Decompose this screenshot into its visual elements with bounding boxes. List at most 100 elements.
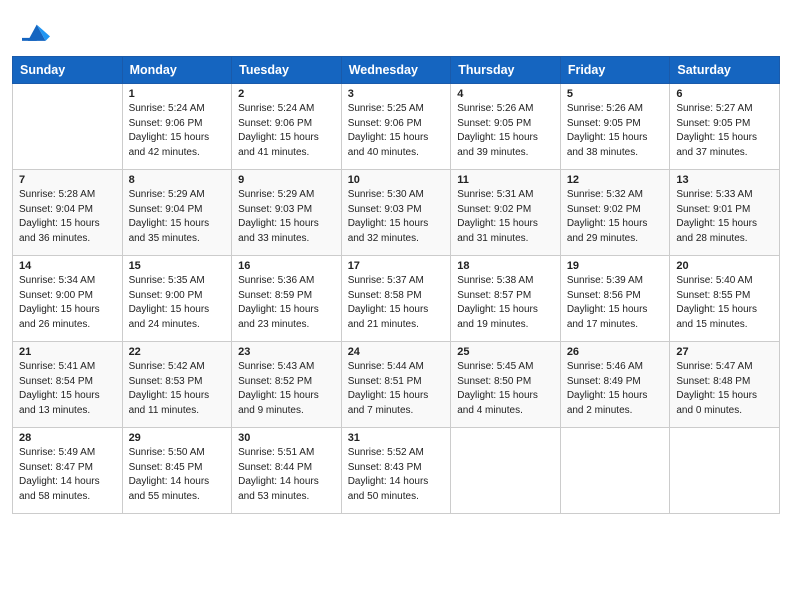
day-cell: 17 Sunrise: 5:37 AM Sunset: 8:58 PM Dayli… — [341, 256, 451, 342]
weekday-sunday: Sunday — [13, 57, 123, 84]
day-number: 14 — [19, 260, 116, 272]
day-cell: 9Sunrise: 5:29 AM Sunset: 9:03 PM Daylig… — [232, 170, 342, 256]
day-cell: 13 Sunrise: 5:33 AM Sunset: 9:01 PM Dayli… — [670, 170, 780, 256]
day-cell: 5 Sunrise: 5:26 AM Sunset: 9:05 PM Daylig… — [560, 84, 670, 170]
week-row-3: 14 Sunrise: 5:34 AM Sunset: 9:00 PM Dayli… — [13, 256, 780, 342]
day-number: 12 — [567, 174, 664, 186]
day-cell: 12Sunrise: 5:32 AM Sunset: 9:02 PM Dayli… — [560, 170, 670, 256]
weekday-tuesday: Tuesday — [232, 57, 342, 84]
day-cell: 31 Sunrise: 5:52 AM Sunset: 8:43 PM Dayli… — [341, 428, 451, 514]
day-cell: 21 Sunrise: 5:41 AM Sunset: 8:54 PM Dayli… — [13, 342, 123, 428]
day-cell: 23 Sunrise: 5:43 AM Sunset: 8:52 PM Dayli… — [232, 342, 342, 428]
weekday-wednesday: Wednesday — [341, 57, 451, 84]
day-cell: 1Sunrise: 5:24 AM Sunset: 9:06 PM Daylig… — [122, 84, 232, 170]
day-number: 9 — [238, 174, 335, 186]
day-info: Sunrise: 5:37 AM Sunset: 8:58 PM Dayligh… — [348, 274, 445, 332]
day-info: Sunrise: 5:24 AM Sunset: 9:06 PM Dayligh… — [238, 102, 335, 160]
calendar-wrap: SundayMondayTuesdayWednesdayThursdayFrid… — [0, 56, 792, 612]
day-number: 10 — [348, 174, 445, 186]
day-cell: 27 Sunrise: 5:47 AM Sunset: 8:48 PM Dayli… — [670, 342, 780, 428]
day-number: 2 — [238, 88, 335, 100]
day-number: 28 — [19, 432, 116, 444]
day-cell: 14 Sunrise: 5:34 AM Sunset: 9:00 PM Dayli… — [13, 256, 123, 342]
day-number: 17 — [348, 260, 445, 272]
day-number: 24 — [348, 346, 445, 358]
day-info: Sunrise: 5:47 AM Sunset: 8:48 PM Dayligh… — [676, 360, 773, 418]
day-number: 3 — [348, 88, 445, 100]
day-cell: 25Sunrise: 5:45 AM Sunset: 8:50 PM Dayli… — [451, 342, 561, 428]
day-info: Sunrise: 5:26 AM Sunset: 9:05 PM Dayligh… — [457, 102, 554, 160]
day-number: 11 — [457, 174, 554, 186]
day-cell: 19 Sunrise: 5:39 AM Sunset: 8:56 PM Dayli… — [560, 256, 670, 342]
day-number: 23 — [238, 346, 335, 358]
day-number: 6 — [676, 88, 773, 100]
day-cell: 10 Sunrise: 5:30 AM Sunset: 9:03 PM Dayli… — [341, 170, 451, 256]
day-number: 29 — [129, 432, 226, 444]
week-row-2: 7 Sunrise: 5:28 AM Sunset: 9:04 PM Daylig… — [13, 170, 780, 256]
day-cell — [451, 428, 561, 514]
day-number: 13 — [676, 174, 773, 186]
weekday-header-row: SundayMondayTuesdayWednesdayThursdayFrid… — [13, 57, 780, 84]
day-info: Sunrise: 5:49 AM Sunset: 8:47 PM Dayligh… — [19, 446, 116, 504]
day-cell: 6 Sunrise: 5:27 AM Sunset: 9:05 PM Daylig… — [670, 84, 780, 170]
day-number: 19 — [567, 260, 664, 272]
weekday-friday: Friday — [560, 57, 670, 84]
day-number: 25 — [457, 346, 554, 358]
day-number: 31 — [348, 432, 445, 444]
day-info: Sunrise: 5:24 AM Sunset: 9:06 PM Dayligh… — [129, 102, 226, 160]
day-cell: 16Sunrise: 5:36 AM Sunset: 8:59 PM Dayli… — [232, 256, 342, 342]
day-cell: 26Sunrise: 5:46 AM Sunset: 8:49 PM Dayli… — [560, 342, 670, 428]
day-info: Sunrise: 5:30 AM Sunset: 9:03 PM Dayligh… — [348, 188, 445, 246]
day-cell: 20 Sunrise: 5:40 AM Sunset: 8:55 PM Dayli… — [670, 256, 780, 342]
day-info: Sunrise: 5:50 AM Sunset: 8:45 PM Dayligh… — [129, 446, 226, 504]
day-info: Sunrise: 5:28 AM Sunset: 9:04 PM Dayligh… — [19, 188, 116, 246]
day-info: Sunrise: 5:35 AM Sunset: 9:00 PM Dayligh… — [129, 274, 226, 332]
day-cell: 8 Sunrise: 5:29 AM Sunset: 9:04 PM Daylig… — [122, 170, 232, 256]
weekday-monday: Monday — [122, 57, 232, 84]
day-number: 16 — [238, 260, 335, 272]
week-row-5: 28 Sunrise: 5:49 AM Sunset: 8:47 PM Dayli… — [13, 428, 780, 514]
day-cell — [560, 428, 670, 514]
day-cell: 22Sunrise: 5:42 AM Sunset: 8:53 PM Dayli… — [122, 342, 232, 428]
day-info: Sunrise: 5:44 AM Sunset: 8:51 PM Dayligh… — [348, 360, 445, 418]
day-cell: 18Sunrise: 5:38 AM Sunset: 8:57 PM Dayli… — [451, 256, 561, 342]
day-cell: 30 Sunrise: 5:51 AM Sunset: 8:44 PM Dayli… — [232, 428, 342, 514]
logo-icon — [22, 18, 50, 46]
day-cell — [670, 428, 780, 514]
day-info: Sunrise: 5:27 AM Sunset: 9:05 PM Dayligh… — [676, 102, 773, 160]
day-info: Sunrise: 5:26 AM Sunset: 9:05 PM Dayligh… — [567, 102, 664, 160]
day-number: 21 — [19, 346, 116, 358]
day-cell: 24 Sunrise: 5:44 AM Sunset: 8:51 PM Dayli… — [341, 342, 451, 428]
day-info: Sunrise: 5:40 AM Sunset: 8:55 PM Dayligh… — [676, 274, 773, 332]
day-info: Sunrise: 5:29 AM Sunset: 9:04 PM Dayligh… — [129, 188, 226, 246]
day-cell: 11 Sunrise: 5:31 AM Sunset: 9:02 PM Dayli… — [451, 170, 561, 256]
day-info: Sunrise: 5:41 AM Sunset: 8:54 PM Dayligh… — [19, 360, 116, 418]
calendar-table: SundayMondayTuesdayWednesdayThursdayFrid… — [12, 56, 780, 514]
weekday-thursday: Thursday — [451, 57, 561, 84]
day-info: Sunrise: 5:31 AM Sunset: 9:02 PM Dayligh… — [457, 188, 554, 246]
day-cell — [13, 84, 123, 170]
day-number: 30 — [238, 432, 335, 444]
day-number: 20 — [676, 260, 773, 272]
day-number: 18 — [457, 260, 554, 272]
day-number: 8 — [129, 174, 226, 186]
day-info: Sunrise: 5:42 AM Sunset: 8:53 PM Dayligh… — [129, 360, 226, 418]
day-cell: 4 Sunrise: 5:26 AM Sunset: 9:05 PM Daylig… — [451, 84, 561, 170]
day-info: Sunrise: 5:43 AM Sunset: 8:52 PM Dayligh… — [238, 360, 335, 418]
page: SundayMondayTuesdayWednesdayThursdayFrid… — [0, 0, 792, 612]
day-info: Sunrise: 5:39 AM Sunset: 8:56 PM Dayligh… — [567, 274, 664, 332]
day-number: 5 — [567, 88, 664, 100]
day-info: Sunrise: 5:46 AM Sunset: 8:49 PM Dayligh… — [567, 360, 664, 418]
day-number: 7 — [19, 174, 116, 186]
day-number: 4 — [457, 88, 554, 100]
day-info: Sunrise: 5:51 AM Sunset: 8:44 PM Dayligh… — [238, 446, 335, 504]
day-info: Sunrise: 5:34 AM Sunset: 9:00 PM Dayligh… — [19, 274, 116, 332]
day-cell: 29 Sunrise: 5:50 AM Sunset: 8:45 PM Dayli… — [122, 428, 232, 514]
day-info: Sunrise: 5:33 AM Sunset: 9:01 PM Dayligh… — [676, 188, 773, 246]
day-info: Sunrise: 5:52 AM Sunset: 8:43 PM Dayligh… — [348, 446, 445, 504]
day-cell: 3Sunrise: 5:25 AM Sunset: 9:06 PM Daylig… — [341, 84, 451, 170]
day-number: 27 — [676, 346, 773, 358]
week-row-1: 1Sunrise: 5:24 AM Sunset: 9:06 PM Daylig… — [13, 84, 780, 170]
week-row-4: 21 Sunrise: 5:41 AM Sunset: 8:54 PM Dayli… — [13, 342, 780, 428]
day-cell: 2 Sunrise: 5:24 AM Sunset: 9:06 PM Daylig… — [232, 84, 342, 170]
